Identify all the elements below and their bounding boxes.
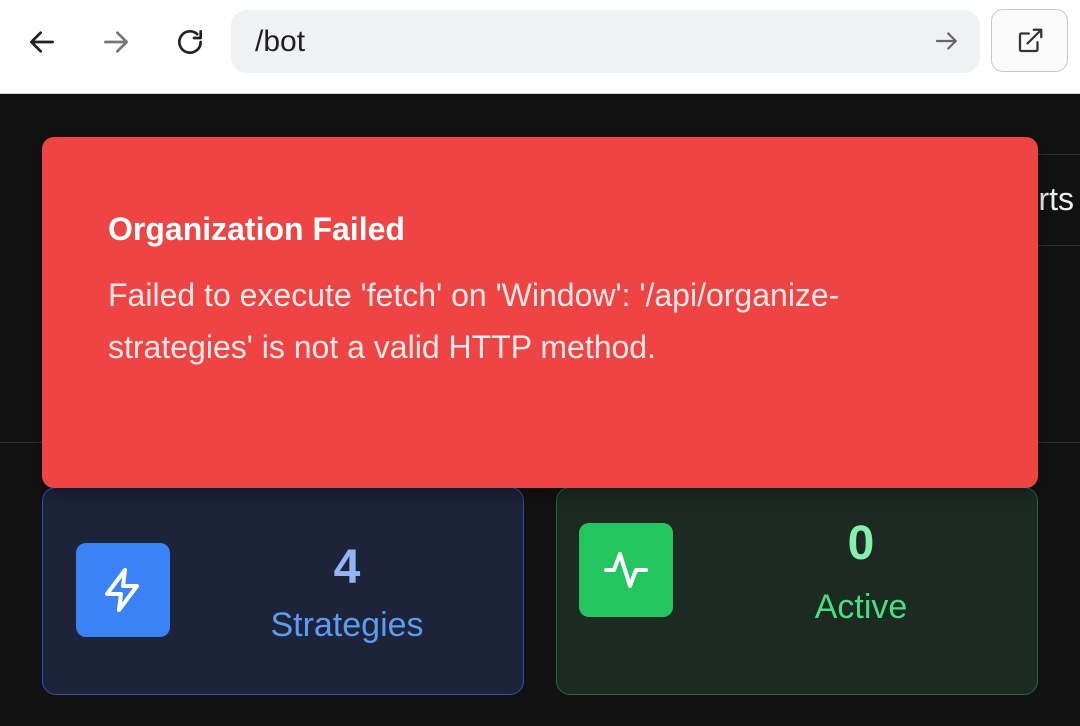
reload-button[interactable] (168, 20, 212, 64)
stat-label: Active (814, 588, 908, 626)
stat-icon-box (579, 523, 673, 617)
lightning-icon (105, 568, 139, 612)
back-button[interactable] (20, 20, 64, 64)
arrow-right-icon (104, 31, 128, 53)
url-text[interactable]: /bot (255, 10, 305, 73)
stat-label: Strategies (270, 606, 424, 644)
activity-icon (604, 552, 648, 588)
stat-value: 0 (847, 517, 875, 570)
error-toast[interactable]: Organization Failed Failed to execute 'f… (42, 137, 1038, 488)
arrow-left-icon (30, 31, 54, 53)
address-bar[interactable]: /bot (231, 10, 980, 73)
external-link-icon (1018, 28, 1042, 52)
stat-value: 4 (333, 541, 361, 594)
go-arrow-icon[interactable] (932, 26, 962, 56)
forward-button[interactable] (94, 20, 138, 64)
stat-card-active: 0 Active (556, 487, 1038, 695)
stat-card-strategies: 4 Strategies (42, 487, 524, 695)
reload-icon (178, 30, 202, 54)
tab-partial-label: rts (1038, 181, 1074, 217)
open-external-button[interactable] (991, 9, 1068, 72)
browser-toolbar: /bot (0, 0, 1080, 94)
toast-title: Organization Failed (108, 211, 405, 247)
toast-description: Failed to execute 'fetch' on 'Window': '… (108, 277, 840, 365)
stat-icon-box (76, 543, 170, 637)
